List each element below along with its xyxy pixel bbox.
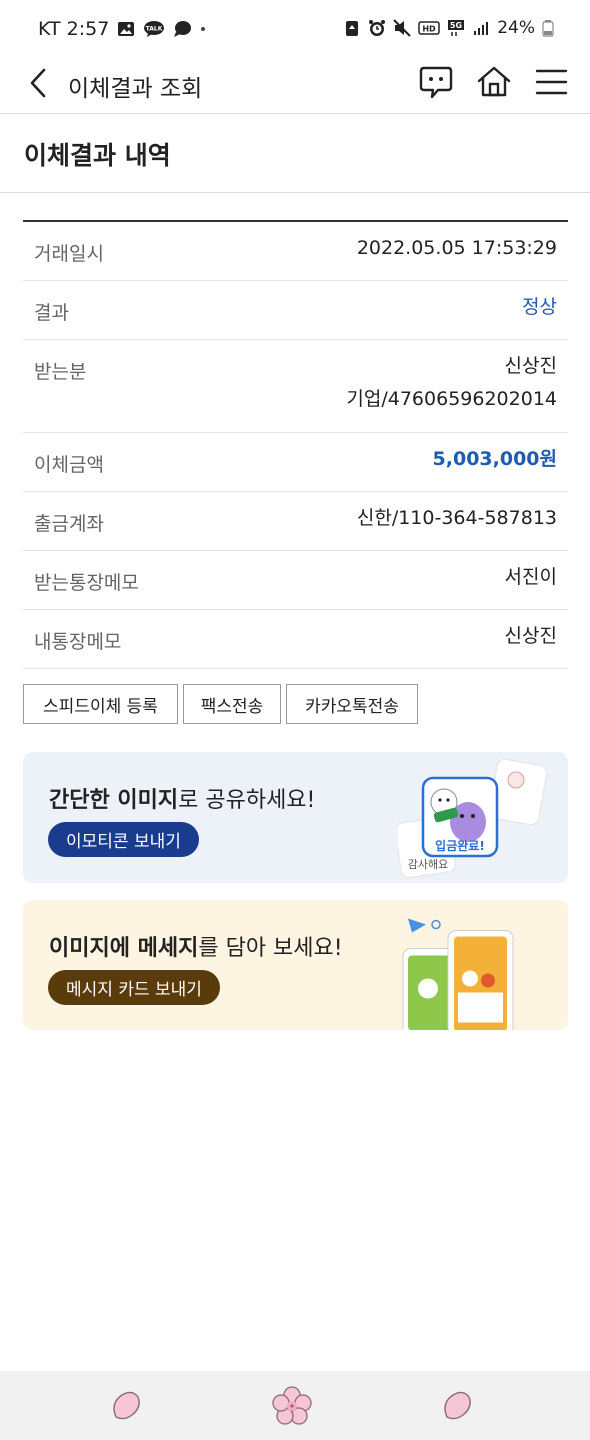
banner-headline-bold: 간단한 이미지 — [49, 788, 179, 813]
app-header: 이체결과 조회 — [0, 52, 590, 114]
back-icon — [30, 68, 46, 98]
detail-label: 받는분 — [34, 361, 87, 383]
detail-row-datetime: 거래일시 2022.05.05 17:53:29 — [23, 222, 568, 281]
banner-headline-rest: 로 공유하세요! — [178, 788, 316, 813]
kakao-share-button[interactable]: 카카오톡전송 — [286, 684, 418, 724]
action-buttons: 스피드이체 등록 팩스전송 카카오톡전송 — [23, 684, 418, 724]
5g-icon: 5G — [448, 20, 465, 36]
home-button[interactable] — [476, 64, 512, 100]
nav-right-button[interactable] — [437, 1385, 477, 1425]
art-sub-label: 감사해요 — [408, 857, 448, 871]
detail-row-withdraw-account: 출금계좌 신한/110-364-587813 — [23, 492, 568, 551]
detail-value: 서진이 — [504, 566, 557, 588]
transfer-details-table: 거래일시 2022.05.05 17:53:29 결과 정상 받는분 신상진 기… — [23, 220, 568, 669]
detail-row-recipient: 받는분 신상진 기업/47606596202014 — [23, 340, 568, 433]
menu-icon — [535, 69, 568, 95]
network-label: 5G — [450, 21, 462, 30]
talk-badge: TALK — [146, 26, 163, 33]
status-bar-right: HD 5G 24% — [343, 18, 554, 38]
cherry-blossom-icon — [272, 1386, 312, 1425]
send-emoticon-button[interactable]: 이모티콘 보내기 — [48, 822, 199, 857]
detail-value: 신상진 — [504, 625, 557, 647]
carrier-time: KT 2:57 — [38, 18, 110, 40]
message-card-banner[interactable]: 이미지에 메세지를 담아 보세요! 메시지 카드 보내기 — [23, 900, 568, 1030]
detail-label: 결과 — [34, 302, 69, 324]
nav-center-button[interactable] — [271, 1385, 312, 1425]
petal-right-icon — [444, 1391, 471, 1420]
banner-headline: 간단한 이미지로 공유하세요! — [49, 782, 315, 814]
detail-label: 거래일시 — [34, 243, 104, 265]
fax-button[interactable]: 팩스전송 — [183, 684, 281, 724]
menu-button[interactable] — [534, 64, 570, 100]
banner-headline-bold: 이미지에 메세지 — [49, 936, 199, 961]
detail-value: 신한/110-364-587813 — [356, 507, 557, 529]
signal-icon — [474, 22, 489, 35]
bottom-navigation — [0, 1371, 590, 1440]
send-message-card-button[interactable]: 메시지 카드 보내기 — [48, 970, 220, 1005]
chat-bubble-icon — [419, 66, 453, 99]
nav-left-button[interactable] — [106, 1385, 146, 1425]
back-button[interactable] — [22, 66, 54, 100]
battery-percent: 24% — [497, 18, 535, 38]
status-bar-left: KT 2:57 TALK — [38, 18, 211, 40]
banner-headline: 이미지에 메세지를 담아 보세요! — [49, 930, 343, 962]
home-icon — [477, 66, 511, 97]
chat-icon — [174, 21, 192, 37]
hd-label: HD — [423, 25, 437, 34]
banner-headline-rest: 를 담아 보세요! — [198, 936, 343, 961]
art-label: 입금완료! — [435, 839, 485, 853]
petal-left-icon — [113, 1391, 140, 1420]
recycle-icon — [346, 21, 359, 36]
detail-label: 이체금액 — [34, 454, 104, 476]
message-card-illustration — [402, 918, 514, 1030]
emoticon-illustration: 감사해요 입금완료! — [398, 758, 548, 878]
recipient-name: 신상진 — [504, 355, 557, 377]
result-status: 정상 — [522, 296, 557, 318]
detail-row-result: 결과 정상 — [23, 281, 568, 340]
detail-label: 받는통장메모 — [34, 572, 139, 594]
recipient-account: 기업/47606596202014 — [346, 388, 557, 410]
detail-label: 출금계좌 — [34, 513, 104, 535]
kakaotalk-icon: TALK — [144, 21, 165, 37]
battery-icon — [542, 20, 554, 37]
detail-row-recipient-memo: 받는통장메모 서진이 — [23, 551, 568, 610]
mute-icon — [393, 19, 411, 37]
transfer-amount: 5,003,000원 — [432, 448, 557, 470]
chat-button[interactable] — [418, 64, 454, 100]
detail-value: 2022.05.05 17:53:29 — [356, 237, 557, 259]
section-divider — [0, 192, 590, 193]
emoticon-banner[interactable]: 간단한 이미지로 공유하세요! 이모티콘 보내기 감사해요 입금완료! — [23, 752, 568, 883]
section-title: 이체결과 내역 — [24, 141, 171, 170]
speed-transfer-button[interactable]: 스피드이체 등록 — [23, 684, 178, 724]
hd-icon: HD — [418, 21, 440, 35]
detail-row-amount: 이체금액 5,003,000원 — [23, 433, 568, 492]
detail-label: 내통장메모 — [34, 631, 122, 653]
detail-row-my-memo: 내통장메모 신상진 — [23, 610, 568, 669]
page-title: 이체결과 조회 — [68, 76, 203, 102]
alarm-icon — [369, 20, 386, 36]
recipient-value: 신상진 기업/47606596202014 — [346, 333, 557, 416]
gallery-icon — [118, 22, 135, 36]
dot-icon — [201, 27, 206, 31]
